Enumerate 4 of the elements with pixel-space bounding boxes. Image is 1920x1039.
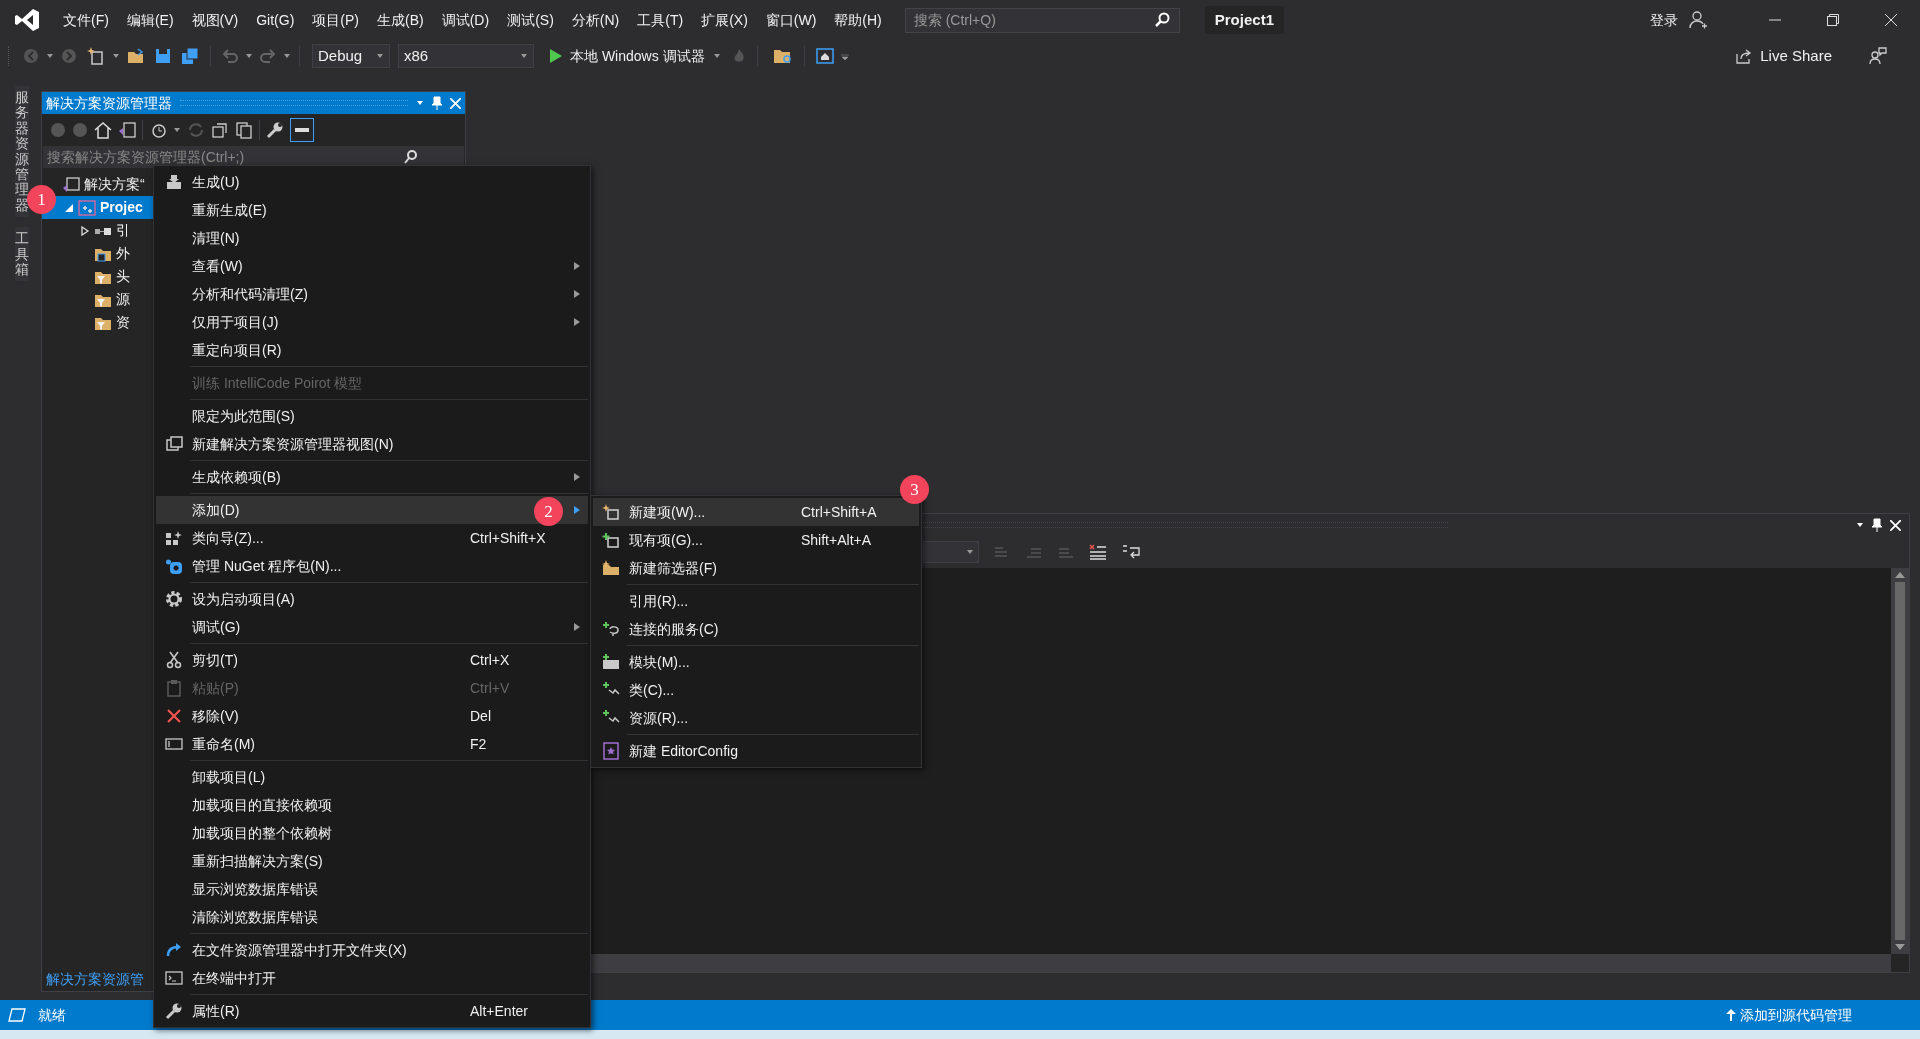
panel-title: 解决方案资源管理器 (46, 93, 172, 113)
step-badge: 3 (900, 475, 929, 504)
status-text: 就绪 (38, 1005, 66, 1025)
solution-name: Project1 (1204, 6, 1284, 34)
